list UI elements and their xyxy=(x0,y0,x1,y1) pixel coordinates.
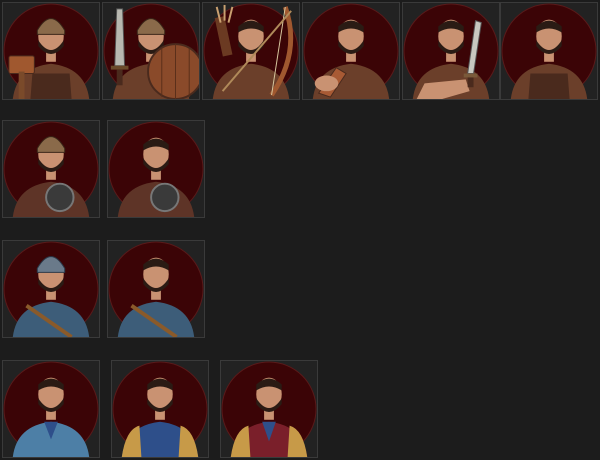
breastplate-icon xyxy=(45,182,75,213)
portrait-art xyxy=(221,361,317,457)
portrait-soldier-helmet-breastplate[interactable] xyxy=(2,120,100,218)
portrait-soldier-scale-armor[interactable] xyxy=(107,240,205,338)
portrait-art xyxy=(203,3,299,99)
portrait-art xyxy=(108,121,204,217)
portrait-soldier-dagger[interactable] xyxy=(402,2,500,100)
portrait-soldier-helmet-hammer[interactable] xyxy=(2,2,100,100)
portrait-soldier-helmet-scale-armor[interactable] xyxy=(2,240,100,338)
sword-icon xyxy=(114,8,126,67)
portrait-soldier-unarmed[interactable] xyxy=(500,2,598,100)
portrait-art xyxy=(112,361,208,457)
portrait-art xyxy=(3,3,99,99)
portrait-soldier-breastplate[interactable] xyxy=(107,120,205,218)
round-shield-icon xyxy=(147,43,199,99)
portrait-art xyxy=(103,3,199,99)
portrait-archer-bow-quiver[interactable] xyxy=(202,2,300,100)
portrait-art xyxy=(501,3,597,99)
portrait-art xyxy=(403,3,499,99)
portrait-noble-light-blue-tunic[interactable] xyxy=(2,360,100,458)
portrait-soldier-helmet-sword-shield[interactable] xyxy=(102,2,200,100)
war-hammer-icon xyxy=(8,55,35,75)
portrait-art xyxy=(303,3,399,99)
breastplate-icon xyxy=(150,182,180,213)
portrait-art xyxy=(3,361,99,457)
portrait-art xyxy=(108,241,204,337)
portrait-art xyxy=(3,241,99,337)
portrait-art xyxy=(3,121,99,217)
portrait-soldier-club[interactable] xyxy=(302,2,400,100)
portrait-noble-red-tunic[interactable] xyxy=(220,360,318,458)
portrait-noble-blue-tunic[interactable] xyxy=(111,360,209,458)
